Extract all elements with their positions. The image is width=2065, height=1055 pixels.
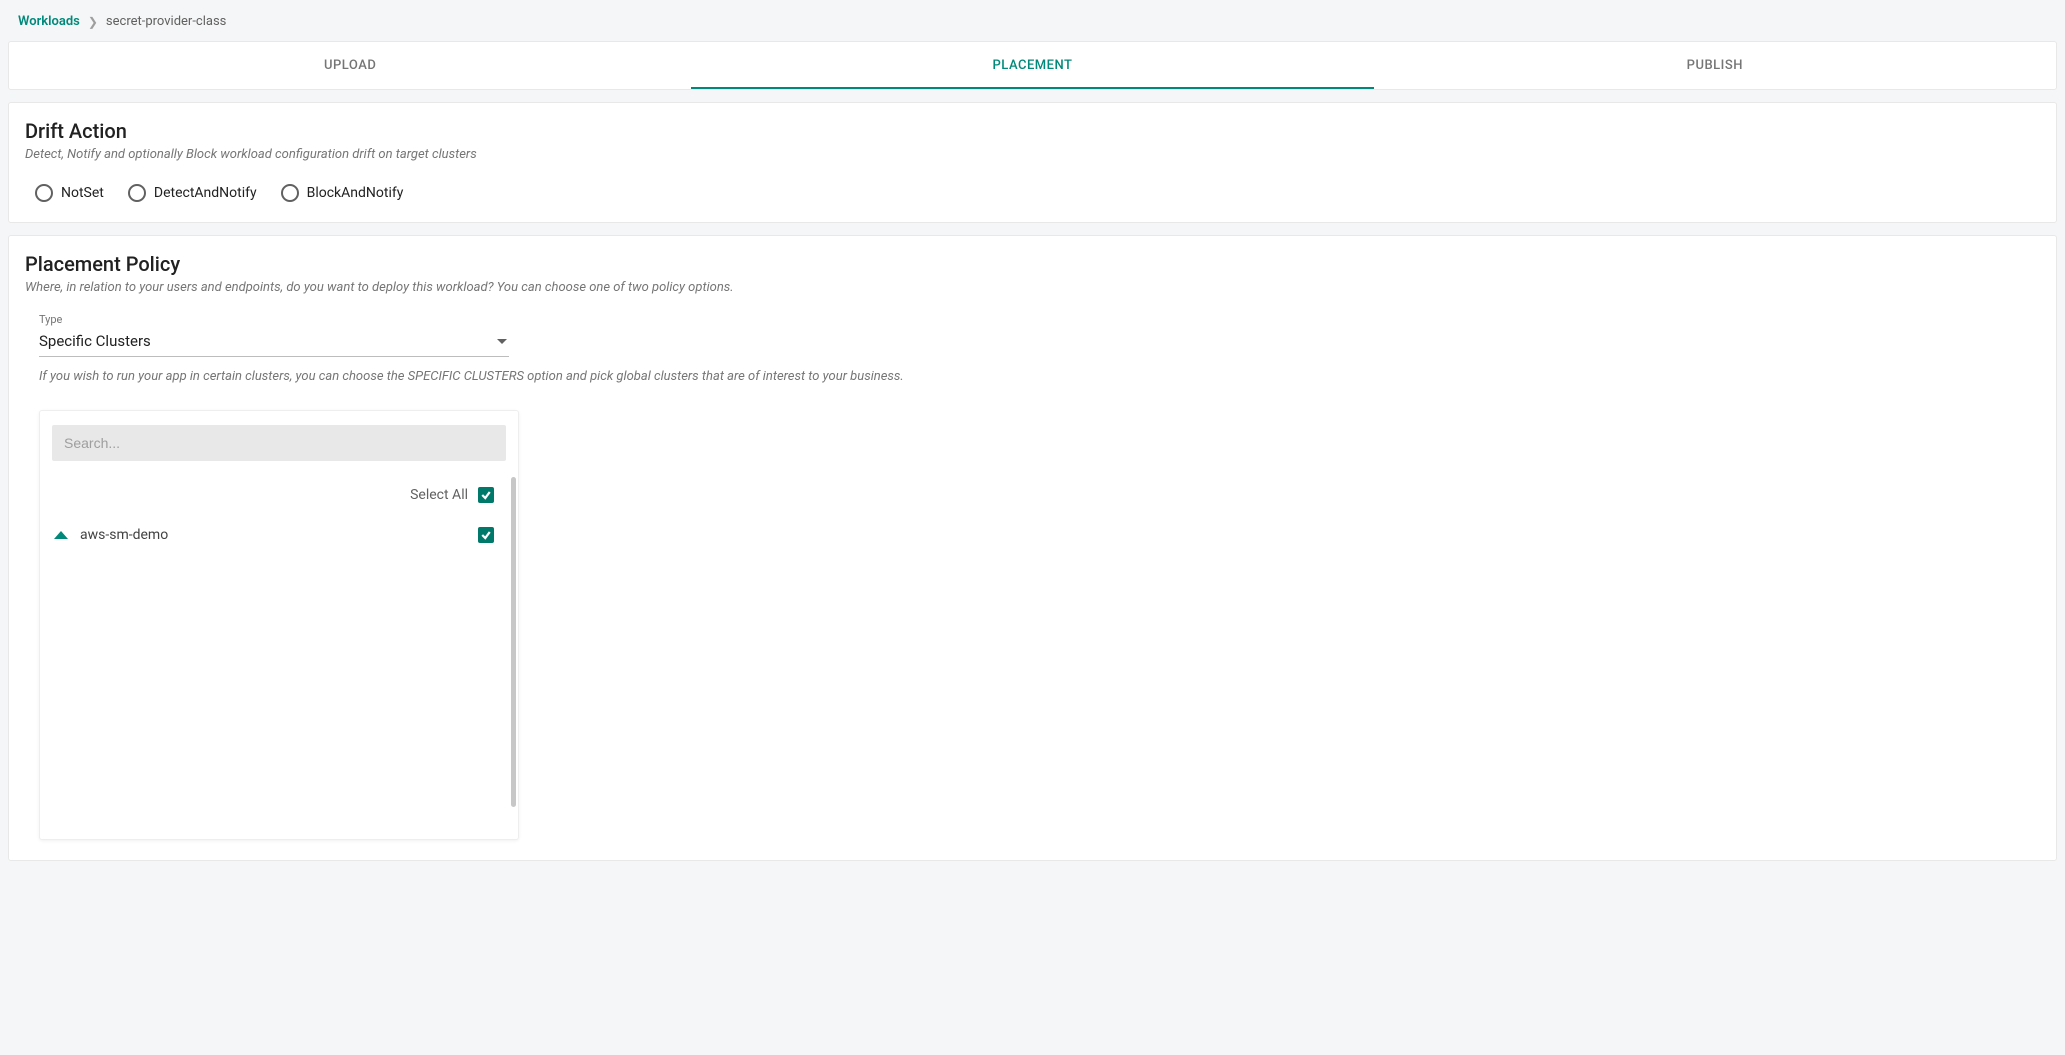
check-icon <box>480 529 492 541</box>
radio-label: DetectAndNotify <box>154 185 257 201</box>
chevron-right-icon: ❯ <box>88 15 98 29</box>
select-all-checkbox[interactable] <box>478 487 494 503</box>
placement-policy-panel: Placement Policy Where, in relation to y… <box>8 235 2057 861</box>
radio-notset[interactable]: NotSet <box>35 184 104 202</box>
tab-publish[interactable]: PUBLISH <box>1374 42 2056 89</box>
select-all-row: Select All <box>52 471 506 519</box>
item-label: aws-sm-demo <box>80 527 468 543</box>
cluster-picker: Select All aws-sm-demo <box>39 410 519 840</box>
cluster-list: Select All aws-sm-demo <box>52 471 506 811</box>
type-select[interactable]: Specific Clusters <box>39 328 509 357</box>
chevron-down-icon <box>497 339 507 344</box>
placement-help: If you wish to run your app in certain c… <box>39 369 2040 384</box>
breadcrumb-root-link[interactable]: Workloads <box>18 14 80 29</box>
type-label: Type <box>39 313 2040 326</box>
item-checkbox[interactable] <box>478 527 494 543</box>
drift-action-panel: Drift Action Detect, Notify and optional… <box>8 102 2057 223</box>
placement-desc: Where, in relation to your users and end… <box>25 280 2040 295</box>
drift-title: Drift Action <box>25 119 2040 143</box>
type-value: Specific Clusters <box>39 332 151 350</box>
tabs: UPLOAD PLACEMENT PUBLISH <box>8 41 2057 90</box>
radio-icon <box>128 184 146 202</box>
radio-block-and-notify[interactable]: BlockAndNotify <box>281 184 404 202</box>
radio-icon <box>281 184 299 202</box>
check-icon <box>480 489 492 501</box>
drift-desc: Detect, Notify and optionally Block work… <box>25 147 2040 162</box>
breadcrumb-current: secret-provider-class <box>106 14 226 29</box>
search-input[interactable] <box>52 425 506 461</box>
radio-label: BlockAndNotify <box>307 185 404 201</box>
radio-icon <box>35 184 53 202</box>
radio-detect-and-notify[interactable]: DetectAndNotify <box>128 184 257 202</box>
list-item[interactable]: aws-sm-demo <box>52 519 506 551</box>
tab-upload[interactable]: UPLOAD <box>9 42 691 89</box>
select-all-label: Select All <box>410 487 468 503</box>
radio-label: NotSet <box>61 185 104 201</box>
collapse-icon[interactable] <box>54 531 68 539</box>
placement-title: Placement Policy <box>25 252 2040 276</box>
scrollbar[interactable] <box>511 477 516 807</box>
breadcrumb: Workloads ❯ secret-provider-class <box>8 8 2057 41</box>
tab-placement[interactable]: PLACEMENT <box>691 42 1373 89</box>
